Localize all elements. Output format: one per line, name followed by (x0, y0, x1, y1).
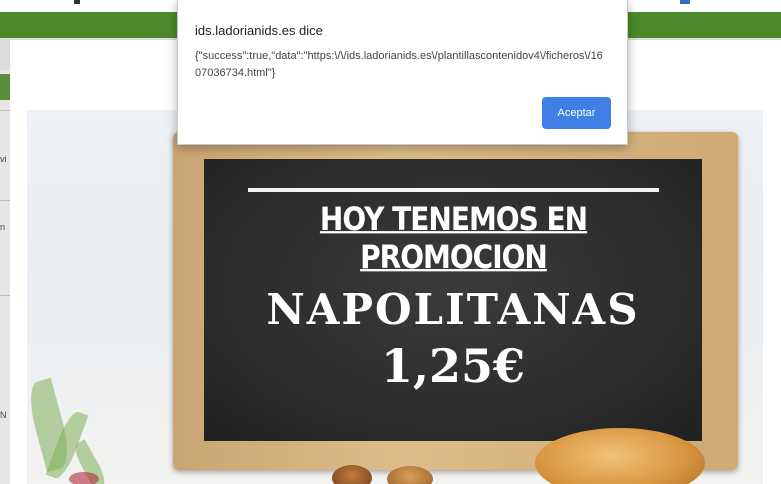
divider (0, 200, 10, 201)
alert-title: ids.ladorianids.es dice (195, 23, 323, 38)
chalkboard: HOY TENEMOS EN PROMOCION NAPOLITANAS 1,2… (204, 159, 702, 441)
promo-headline: HOY TENEMOS EN PROMOCION (319, 200, 588, 276)
divider (0, 295, 10, 296)
divider (0, 110, 10, 111)
promo-product: NAPOLITANAS (266, 285, 640, 334)
promo-image: HOY TENEMOS EN PROMOCION NAPOLITANAS 1,2… (27, 110, 763, 484)
background-sidebar: vi n N (0, 70, 10, 484)
sidebar-green-tab (0, 74, 10, 100)
chalkboard-frame: HOY TENEMOS EN PROMOCION NAPOLITANAS 1,2… (173, 132, 738, 470)
logo-fragment (69, 472, 99, 484)
accept-button[interactable]: Aceptar (542, 97, 611, 129)
promo-price: 1,25€ (380, 339, 526, 393)
chalk-line (248, 188, 659, 192)
pastry-image (332, 465, 372, 484)
browser-alert-dialog: ids.ladorianids.es dice {"success":true,… (177, 0, 628, 145)
flag-icon[interactable] (680, 0, 690, 4)
sidebar-fragment: n (0, 222, 6, 232)
sidebar-fragment: N (0, 410, 7, 420)
sidebar-fragment: vi (0, 154, 7, 164)
alert-message: {"success":true,"data":"https:\/\/ids.la… (195, 50, 603, 79)
nav-icon[interactable] (74, 0, 80, 4)
